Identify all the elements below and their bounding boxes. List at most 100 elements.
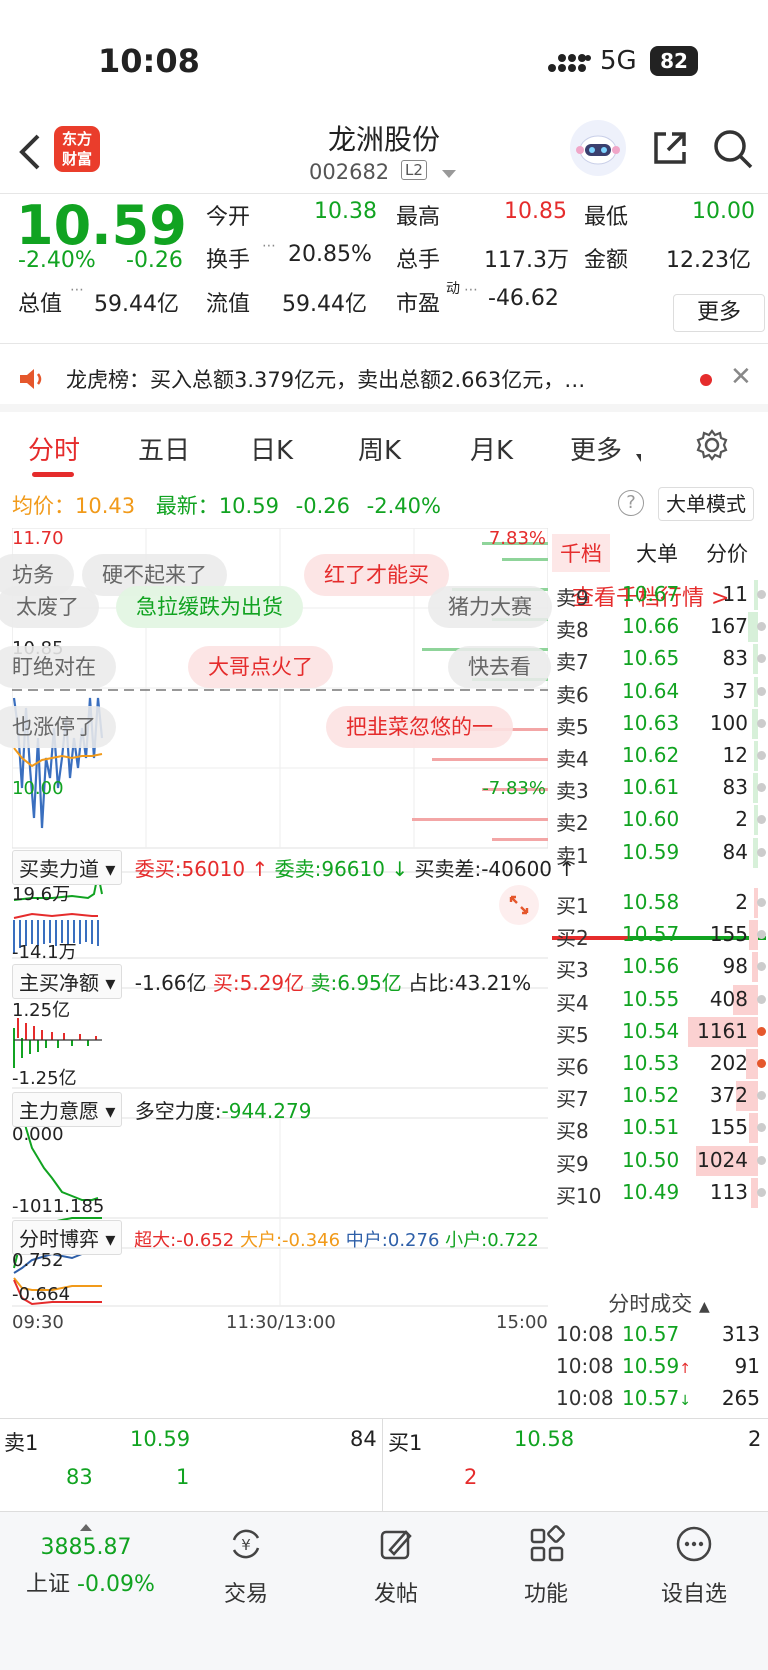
tab-price-distribution[interactable]: 分价 (698, 534, 756, 572)
close-icon[interactable]: ✕ (730, 362, 752, 392)
level-volume: 408 (709, 986, 748, 1011)
strip-buy-label: 买1 (388, 1431, 423, 1455)
sell-level-row[interactable]: 卖1 10.59 84 (550, 836, 768, 870)
axis-bottom-price: 10.00 (12, 778, 64, 799)
sell-level-row[interactable]: 卖2 10.60 2 (550, 803, 768, 837)
indicator-name: 主买净额 (19, 971, 99, 995)
status-dot (757, 962, 766, 972)
danmu-bubble[interactable]: 盯绝对在 (0, 646, 116, 688)
level-label: 卖6 (556, 682, 589, 707)
notice-bar[interactable]: 龙虎榜：买入总额3.379亿元，卖出总额2.663亿元，… ✕ (0, 346, 768, 412)
sell-level-row[interactable]: 卖3 10.61 83 (550, 771, 768, 805)
robot-assistant-icon[interactable] (570, 120, 626, 176)
edit-post-icon (380, 1530, 412, 1560)
indicator-selector[interactable]: 主买净额 ▾ (12, 964, 123, 999)
big-order-mode-button[interactable]: 大单模式 (658, 487, 754, 521)
sell-level-row[interactable]: 卖9 10.67 11 (550, 578, 768, 612)
danmu-bubble[interactable]: 太废了 (0, 586, 99, 628)
level-volume: 155 (709, 922, 748, 947)
sell-level-row[interactable]: 卖5 10.63 100 (550, 707, 768, 741)
level-price: 10.49 (622, 1179, 680, 1204)
level-volume: 37 (722, 678, 748, 703)
info-dots-icon[interactable]: ⋯ (262, 238, 276, 254)
tab-big-orders[interactable]: 大单 (628, 534, 686, 572)
sell-level-row[interactable]: 卖7 10.65 83 (550, 642, 768, 676)
help-icon[interactable]: ? (618, 490, 644, 516)
danmu-bubble[interactable]: 红了才能买 (304, 554, 449, 596)
nav-trade[interactable]: ¥ 交易 (186, 1524, 306, 1608)
level-price: 10.59 (622, 839, 680, 864)
sell-level-row[interactable]: 卖8 10.66 167 (550, 610, 768, 644)
tab-daily-k[interactable]: 日K (250, 430, 293, 467)
level-price: 10.58 (622, 890, 680, 914)
danmu-bubble[interactable]: 急拉缓跌为出货 (116, 586, 303, 628)
index-ticker[interactable]: 3885.87 上证 -0.09% (26, 1524, 155, 1598)
indicator-selector[interactable]: 主力意愿 ▾ (12, 1092, 123, 1127)
tab-intraday[interactable]: 分时 (28, 430, 80, 467)
strip-buy-vol: 2 (748, 1427, 762, 1451)
sell-level-row[interactable]: 卖6 10.64 37 (550, 675, 768, 709)
level-label: 买6 (556, 1055, 589, 1079)
level-volume: 1161 (697, 1018, 748, 1043)
buy-level-row[interactable]: 买2 10.57 155 (550, 918, 768, 952)
buy-level-row[interactable]: 买7 10.52 372 (550, 1079, 768, 1113)
danmu-bubble[interactable]: 也涨停了 (0, 706, 116, 748)
status-dot (757, 783, 766, 793)
level-label: 买5 (556, 1022, 589, 1047)
buy-level-row[interactable]: 买6 10.53 202 (550, 1047, 768, 1081)
danmu-bubble[interactable]: 快去看 (448, 646, 551, 688)
level-label: 买2 (556, 926, 589, 951)
settings-gear-icon[interactable] (695, 428, 729, 462)
level-volume: 98 (722, 954, 748, 979)
pe-superscript: 动 (446, 281, 460, 297)
caret-up-icon (80, 1524, 92, 1531)
axis-top-pct: 7.83% (488, 528, 546, 549)
more-caret-icon (636, 454, 641, 462)
share-icon[interactable] (650, 128, 690, 168)
intraday-chart-area[interactable]: 11.70 7.83% 10.85 10.00 -7.83% 坊务 硬不起来了 … (0, 528, 575, 1388)
buy-level-row[interactable]: 买5 10.54 1161 (550, 1015, 768, 1049)
sell-level-row[interactable]: 卖4 10.62 12 (550, 739, 768, 773)
latest-value: 10.59 (218, 494, 279, 518)
danmu-bubble[interactable]: 大哥点火了 (188, 646, 333, 688)
tab-more[interactable]: 更多 (570, 430, 622, 467)
buy-level-row[interactable]: 买10 10.49 113 (550, 1176, 768, 1210)
level-volume: 2 (735, 890, 748, 914)
tab-weekly-k[interactable]: 周K (358, 430, 401, 467)
buy-level-row[interactable]: 买8 10.51 155 (550, 1111, 768, 1145)
buy-level-row[interactable]: 买1 10.58 2 (550, 886, 768, 920)
status-dot (757, 718, 766, 728)
danmu-bubble[interactable]: 猪力大赛 (428, 586, 552, 628)
nav-add-watchlist[interactable]: 设自选 (634, 1524, 754, 1608)
info-dots-icon[interactable]: ⋯ (70, 282, 84, 298)
tab-monthly-k[interactable]: 月K (470, 430, 513, 467)
more-button[interactable]: 更多 (673, 294, 765, 332)
level-volume: 202 (709, 1051, 748, 1075)
indicator-name: 主力意愿 (19, 1099, 99, 1123)
level-price: 10.62 (622, 743, 680, 767)
axis-bottom-pct: -7.83% (482, 778, 546, 799)
tab-five-day[interactable]: 五日 (138, 430, 190, 467)
status-dot (757, 1155, 766, 1165)
level-label: 买9 (556, 1151, 589, 1176)
stock-code[interactable]: 002682 (309, 160, 389, 184)
index-change: -0.09% (77, 1572, 155, 1597)
low-value: 10.00 (692, 199, 755, 224)
nav-post[interactable]: 发帖 (336, 1524, 456, 1608)
tick-price: 10.59↑ (622, 1354, 691, 1378)
tab-thousand-levels[interactable]: 千档 (552, 534, 610, 572)
buy-level-row[interactable]: 买3 10.56 98 (550, 950, 768, 984)
status-dot (757, 751, 766, 760)
battery-icon: 82 (650, 46, 698, 76)
info-dots-icon[interactable]: ⋯ (464, 282, 478, 298)
buy-level-row[interactable]: 买4 10.55 408 (550, 983, 768, 1017)
level-price: 10.52 (622, 1083, 680, 1108)
nav-functions[interactable]: 功能 (486, 1524, 606, 1608)
search-icon[interactable] (712, 128, 754, 170)
ticks-title[interactable]: 分时成交 ▲ (550, 1288, 768, 1318)
danmu-bubble[interactable]: 把韭菜忽悠的一 (326, 706, 513, 748)
expand-icon[interactable] (498, 884, 540, 926)
level-label: 卖3 (556, 779, 589, 804)
buy-level-row[interactable]: 买9 10.50 1024 (550, 1144, 768, 1178)
chevron-down-icon[interactable] (442, 170, 456, 178)
